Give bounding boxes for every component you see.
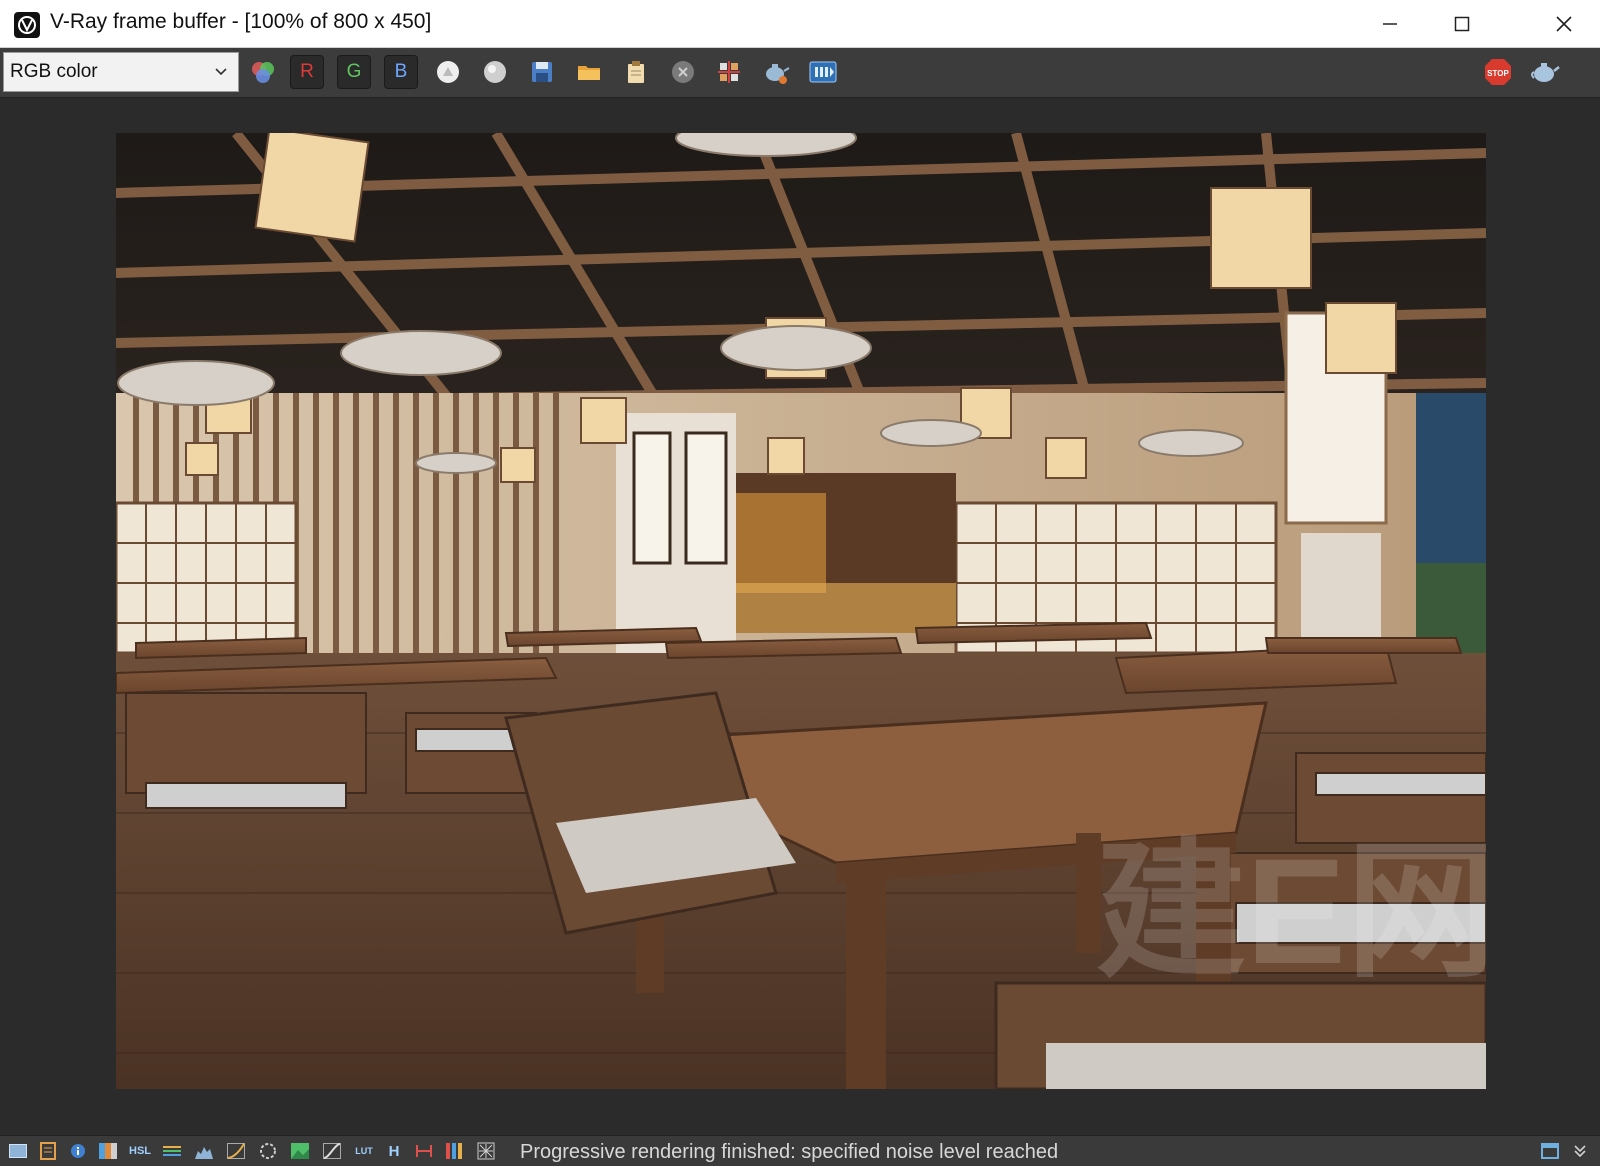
render-history-button[interactable] [806,55,840,89]
channel-dropdown[interactable]: RGB color [3,52,239,92]
expand-down-icon[interactable] [1570,1142,1590,1160]
svg-text:STOP: STOP [1487,69,1509,78]
channel-dropdown-value: RGB color [10,61,98,82]
curves-icon[interactable] [226,1142,246,1160]
sharpen-icon[interactable] [476,1142,496,1160]
minimize-icon [1383,23,1397,25]
h-channel-icon[interactable]: H [384,1142,404,1160]
clear-icon [672,61,694,83]
status-message: Progressive rendering finished: specifie… [520,1141,1059,1163]
toolbar: RGB color R G B STOP [0,48,1600,98]
stop-icon: STOP [1485,59,1511,85]
red-channel-button[interactable]: R [290,55,324,89]
info-icon[interactable] [68,1142,88,1160]
save-icon [532,62,552,82]
stop-render-button[interactable]: STOP [1481,55,1515,89]
background-image-icon[interactable] [290,1142,310,1160]
lut-icon[interactable]: LUT [354,1142,374,1160]
open-folder-icon [578,66,600,80]
restaurant-render-image: 建E网 [116,133,1486,1089]
mono-circle-icon [484,61,506,83]
render-button[interactable] [1528,55,1562,89]
monochrome-button[interactable] [478,55,512,89]
hsl-icon[interactable]: HSL [129,1142,151,1160]
maximize-icon [1454,16,1470,32]
rendered-image[interactable]: 建E网 [116,133,1486,1089]
green-channel-button[interactable]: G [337,55,371,89]
render-viewport[interactable]: 建E网 [0,98,1600,1135]
region-render-button[interactable] [712,55,746,89]
film-strip-icon[interactable] [38,1142,58,1160]
copy-to-clipboard-button[interactable] [619,55,653,89]
clipboard-icon [628,61,644,83]
compare-icon[interactable] [414,1142,434,1160]
maximize-button[interactable] [1426,0,1498,48]
svg-text:建E网: 建E网 [1096,827,1486,995]
alpha-channel-button[interactable] [431,55,465,89]
panel-toggle-icon[interactable] [1540,1142,1560,1160]
clear-image-button[interactable] [666,55,700,89]
alpha-circle-icon [437,61,459,83]
teapot-render-icon [766,64,790,84]
close-icon [1556,16,1572,32]
minimize-button[interactable] [1354,0,1426,48]
status-bar: HSL LUT H Progressive rendering finished… [0,1135,1600,1166]
show-corrections-icon[interactable] [8,1142,28,1160]
render-last-button[interactable] [759,55,793,89]
curve-editor-icon[interactable] [322,1142,342,1160]
color-gradient-icon[interactable] [98,1142,118,1160]
close-button[interactable] [1528,0,1600,48]
load-image-button[interactable] [572,55,606,89]
history-icon [809,61,837,83]
bars-icon[interactable] [444,1142,464,1160]
region-render-icon [718,61,740,83]
save-image-button[interactable] [525,55,559,89]
window-title: V-Ray frame buffer - [100% of 800 x 450] [50,10,432,33]
exposure-icon[interactable] [258,1142,278,1160]
chevron-down-icon [215,68,227,76]
color-correction-button[interactable] [246,55,280,89]
title-bar: V-Ray frame buffer - [100% of 800 x 450] [0,0,1600,48]
color-wheel-icon [252,62,274,83]
teapot-icon [1531,63,1560,82]
histogram-icon[interactable] [194,1142,214,1160]
blue-channel-button[interactable]: B [384,55,418,89]
levels-icon[interactable] [162,1142,182,1160]
vray-logo-icon [14,12,40,38]
